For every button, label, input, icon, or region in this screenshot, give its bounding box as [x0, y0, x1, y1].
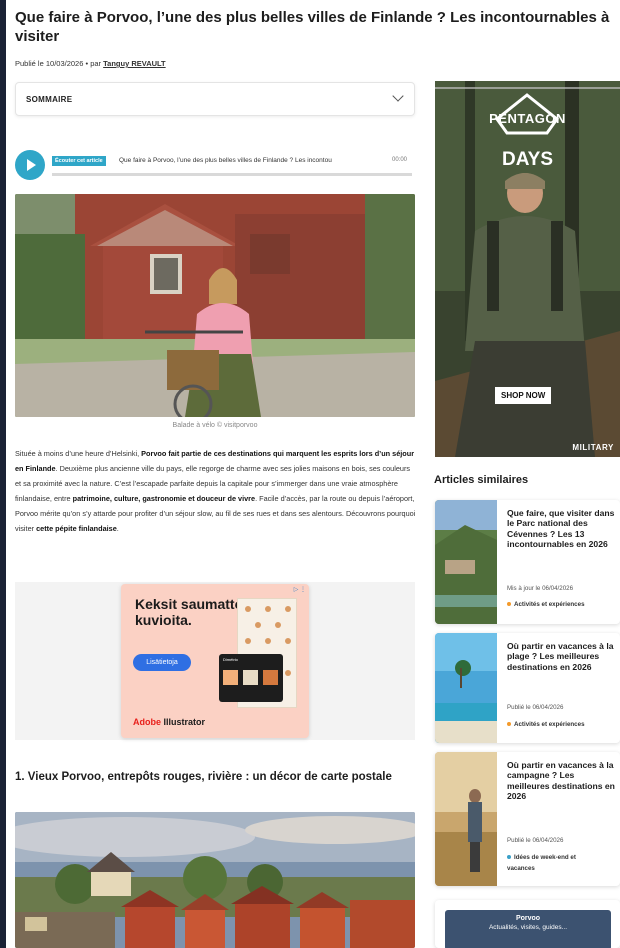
- bike-ride-photo: [15, 194, 415, 417]
- audio-player: Écouter cet article Que faire à Porvoo, …: [15, 148, 415, 184]
- article-title: Que faire à Porvoo, l’une des plus belle…: [15, 9, 610, 45]
- adobe-ad[interactable]: ▷ ⋮ Keksit saumattomia kuvioita. Dimétri…: [15, 582, 415, 740]
- listen-tag: Écouter cet article: [52, 156, 106, 166]
- player-time: 00:00: [392, 157, 408, 163]
- by-label: par: [90, 59, 102, 68]
- article-thumbnail: [435, 633, 497, 743]
- table-of-contents-toggle[interactable]: SOMMAIRE: [15, 82, 415, 116]
- similar-article-card[interactable]: Que faire, que visiter dans le Parc nati…: [435, 500, 620, 624]
- article-thumbnail: [435, 500, 497, 624]
- old-porvoo-photo: [15, 812, 415, 948]
- phone-mockup: Dimétrio: [219, 654, 283, 702]
- similar-article-card[interactable]: Où partir en vacances à la campagne ? Le…: [435, 752, 620, 886]
- article-page: Que faire à Porvoo, l’une des plus belle…: [6, 0, 620, 948]
- porvoo-name: Porvoo: [515, 915, 541, 922]
- porvoo-subtitle: Actualités, visites, guides...: [488, 924, 568, 931]
- pentagon-logo: PENTAGON: [489, 111, 566, 126]
- ad-info-icon[interactable]: ▷ ⋮: [294, 586, 306, 593]
- author-link[interactable]: Tanguy REVAULT: [103, 59, 166, 68]
- adobe-logo: Adobe Illustrator: [133, 717, 206, 727]
- porvoo-destination-box[interactable]: Porvoo Actualités, visites, guides...: [435, 900, 620, 948]
- play-icon[interactable]: [15, 150, 45, 180]
- toc-label: SOMMAIRE: [26, 95, 73, 104]
- article-thumbnail: [435, 752, 497, 886]
- ad-learn-more-button[interactable]: Lisätietoja: [133, 654, 191, 671]
- progress-bar[interactable]: [52, 173, 412, 176]
- days-label: DAYS: [501, 149, 554, 170]
- similar-article-card[interactable]: Où partir en vacances à la plage ? Les m…: [435, 633, 620, 743]
- publish-date: Publié le 10/03/2026: [15, 59, 84, 68]
- player-title: Que faire à Porvoo, l’une des plus belle…: [119, 157, 332, 164]
- similar-articles-heading: Articles similaires: [434, 474, 529, 486]
- photo-caption: Balade à vélo © visitporvoo: [172, 422, 258, 429]
- shop-now-button[interactable]: SHOP NOW: [495, 387, 552, 404]
- pentagon-ad[interactable]: PENTAGON DAYS SHOP NOW MILITARY: [435, 81, 620, 457]
- ad-card: ▷ ⋮ Keksit saumattomia kuvioita. Dimétri…: [121, 584, 309, 738]
- chevron-down-icon: [392, 90, 404, 102]
- intro-paragraph: Située à moins d’une heure d’Helsinki, P…: [15, 449, 416, 534]
- military-label: MILITARY: [572, 443, 614, 452]
- section-heading: 1. Vieux Porvoo, entrepôts rouges, riviè…: [15, 771, 392, 783]
- article-meta: Publié le 10/03/2026 • par Tanguy REVAUL…: [15, 59, 166, 68]
